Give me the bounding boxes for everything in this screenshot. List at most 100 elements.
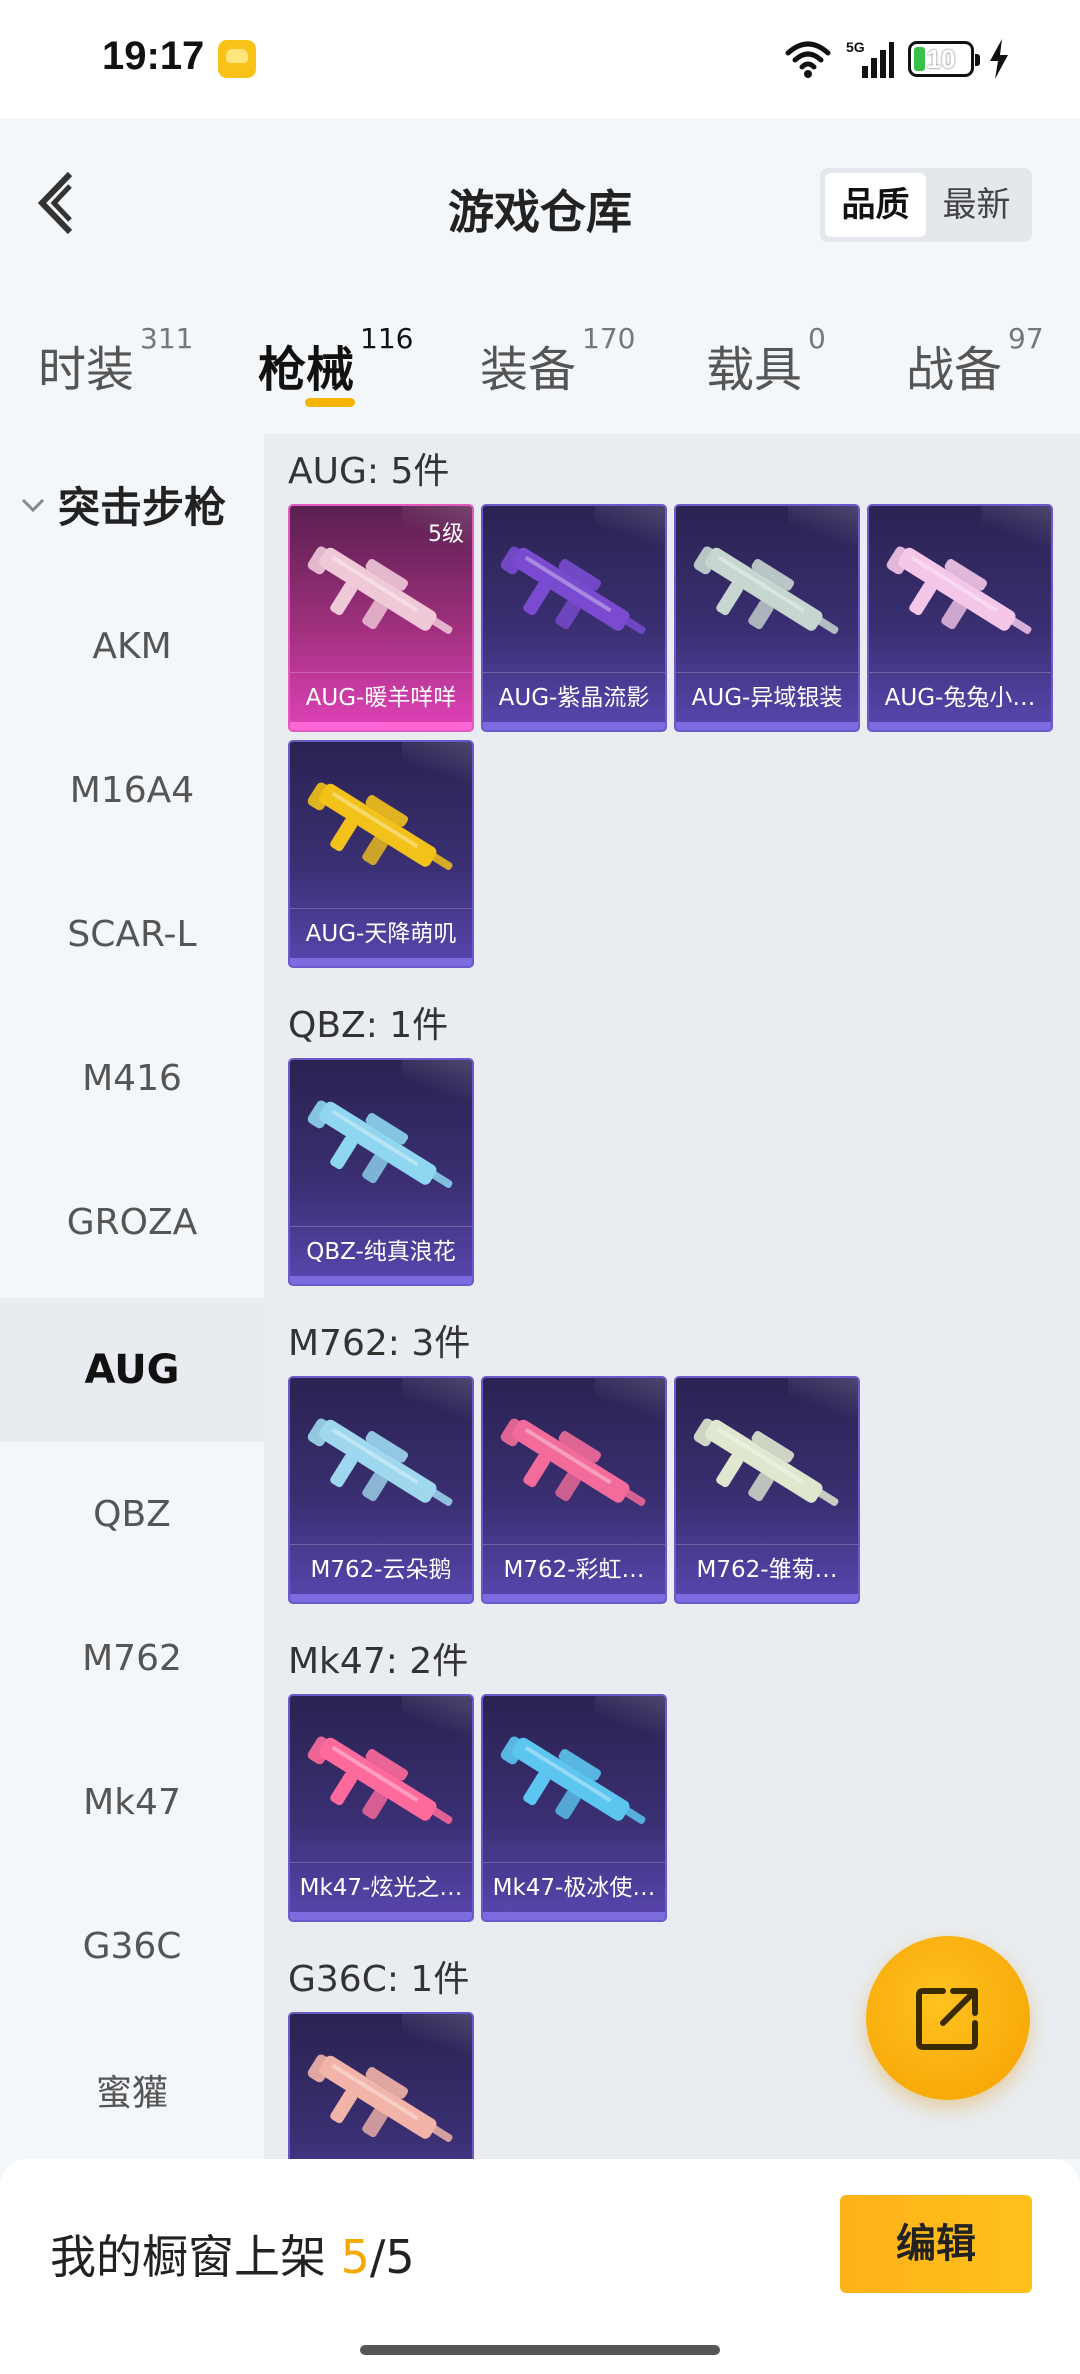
weapon-skin-card[interactable]: AUG-天降萌叽: [288, 740, 474, 968]
sidebar-group-label: 突击步枪: [58, 483, 227, 532]
wifi-icon: [785, 41, 831, 78]
showcase-current: 5: [340, 2230, 370, 2284]
rifle-skin-icon: [307, 1418, 453, 1506]
rifle-skin-icon: [500, 1418, 646, 1506]
sort-quality-option[interactable]: 品质: [825, 173, 926, 237]
app-notification-icon: [218, 40, 256, 78]
weapon-skin-card[interactable]: M762-彩虹…: [481, 1376, 667, 1604]
rarity-bar: [483, 722, 665, 730]
skin-name: Mk47-炫光之…: [290, 1862, 472, 1912]
skin-name: AUG-暖羊咩咩: [290, 672, 472, 722]
rifle-skin-icon: [307, 1736, 453, 1824]
skin-name: QBZ-纯真浪花: [290, 1226, 472, 1276]
rarity-bar: [676, 1594, 858, 1602]
rifle-skin-icon: [886, 546, 1032, 634]
weapon-skin-card[interactable]: AUG-异域银装: [674, 504, 860, 732]
tab-count: 116: [360, 322, 414, 355]
skin-name: AUG-天降萌叽: [290, 908, 472, 958]
battery-icon: 10: [908, 41, 980, 77]
status-indicators: 5G 10: [784, 36, 1010, 82]
tab-weapons[interactable]: 枪械116: [258, 322, 413, 400]
tab-label: 装备: [480, 342, 577, 398]
rifle-skin-icon: [693, 1418, 839, 1506]
tab-supplies[interactable]: 战备97: [906, 322, 1044, 400]
section-title: M762: 3件: [288, 1323, 471, 1364]
tab-label: 载具: [706, 342, 803, 398]
weapon-skin-card[interactable]: M762-雏菊…: [674, 1376, 860, 1604]
sidebar-group-assault-rifles[interactable]: 突击步枪: [18, 474, 226, 535]
weapon-skin-list: AUG: 5件 5级 AUG-暖羊咩咩 AUG-紫晶流影 AUG-异域银装 AUG-兔兔小…: [264, 434, 1080, 2159]
rarity-bar: [676, 722, 858, 730]
sidebar-item-mk47[interactable]: Mk47: [0, 1730, 264, 1874]
sidebar-item-aug[interactable]: AUG: [0, 1298, 264, 1442]
charging-icon: [990, 39, 1008, 79]
showcase-separator: /: [369, 2230, 386, 2284]
active-tab-indicator: [305, 398, 355, 407]
showcase-total: 5: [385, 2230, 415, 2284]
chevron-down-icon: [21, 498, 45, 512]
sidebar-item-g36c[interactable]: G36C: [0, 1874, 264, 2018]
section-title: G36C: 1件: [288, 1959, 470, 2000]
section-title: Mk47: 2件: [288, 1641, 469, 1682]
bottom-bar: 我的橱窗上架 5/5 编辑: [0, 2159, 1080, 2374]
rifle-skin-icon: [307, 782, 453, 870]
weapon-skin-card[interactable]: 5级 AUG-暖羊咩咩: [288, 504, 474, 732]
weapon-skin-card[interactable]: M762-云朵鹅: [288, 1376, 474, 1604]
sidebar-item-m16a4[interactable]: M16A4: [0, 718, 264, 862]
network-label: 5G: [846, 39, 865, 55]
rifle-skin-icon: [307, 2054, 453, 2142]
tab-count: 170: [582, 322, 636, 355]
share-button[interactable]: [866, 1936, 1030, 2100]
sidebar-item-groza[interactable]: GROZA: [0, 1150, 264, 1294]
skin-name: M762-彩虹…: [483, 1544, 665, 1594]
weapon-skin-card[interactable]: AUG-兔兔小…: [867, 504, 1053, 732]
showcase-label: 我的橱窗上架: [50, 2230, 326, 2284]
rarity-bar: [290, 1912, 472, 1920]
weapon-type-sidebar: 突击步枪 AKM M16A4 SCAR-L M416 GROZA AUG QBZ…: [0, 434, 264, 2159]
sidebar-item-m416[interactable]: M416: [0, 1006, 264, 1150]
rarity-bar: [290, 1276, 472, 1284]
skin-name: M762-雏菊…: [676, 1544, 858, 1594]
header: 游戏仓库 品质 最新: [0, 118, 1080, 288]
tab-vehicles[interactable]: 载具0: [706, 322, 826, 400]
skin-name: AUG-兔兔小…: [869, 672, 1051, 722]
sort-newest-option[interactable]: 最新: [926, 173, 1027, 237]
sidebar-item-honey-badger[interactable]: 蜜獾: [0, 2018, 264, 2162]
rarity-bar: [483, 1594, 665, 1602]
weapon-skin-card[interactable]: QBZ-纯真浪花: [288, 1058, 474, 1286]
rifle-skin-icon: [500, 546, 646, 634]
rifle-skin-icon: [307, 1100, 453, 1188]
tab-equipment[interactable]: 装备170: [480, 322, 635, 400]
sidebar-item-akm[interactable]: AKM: [0, 574, 264, 718]
weapon-skin-card[interactable]: Mk47-极冰使…: [481, 1694, 667, 1922]
weapon-skin-card[interactable]: AUG-紫晶流影: [481, 504, 667, 732]
tab-count: 0: [808, 322, 826, 355]
home-indicator[interactable]: [360, 2345, 720, 2355]
weapon-skin-card[interactable]: [288, 2012, 474, 2159]
showcase-status: 我的橱窗上架 5/5: [50, 2221, 415, 2287]
status-bar: 19:17 5G 10: [0, 0, 1080, 118]
tab-outfits[interactable]: 时装311: [38, 322, 193, 400]
skin-name: AUG-紫晶流影: [483, 672, 665, 722]
rifle-skin-icon: [500, 1736, 646, 1824]
tab-label: 战备: [906, 342, 1003, 398]
rarity-bar: [290, 958, 472, 966]
tab-label: 枪械: [258, 342, 355, 398]
signal-icon: 5G: [846, 39, 894, 78]
skin-name: AUG-异域银装: [676, 672, 858, 722]
battery-level: 10: [926, 44, 956, 74]
share-icon: [916, 1988, 978, 2050]
skin-name: Mk47-极冰使…: [483, 1862, 665, 1912]
tab-count: 311: [140, 322, 194, 355]
category-tabs: 时装311 枪械116 装备170 载具0 战备97: [0, 300, 1080, 430]
sidebar-item-scar-l[interactable]: SCAR-L: [0, 862, 264, 1006]
rifle-skin-icon: [693, 546, 839, 634]
rarity-bar: [290, 1594, 472, 1602]
sidebar-item-qbz[interactable]: QBZ: [0, 1442, 264, 1586]
skin-name: M762-云朵鹅: [290, 1544, 472, 1594]
skin-level-badge: 5级: [428, 522, 464, 547]
edit-button[interactable]: 编辑: [840, 2195, 1032, 2293]
sidebar-item-m762[interactable]: M762: [0, 1586, 264, 1730]
section-title: AUG: 5件: [288, 451, 450, 492]
weapon-skin-card[interactable]: Mk47-炫光之…: [288, 1694, 474, 1922]
